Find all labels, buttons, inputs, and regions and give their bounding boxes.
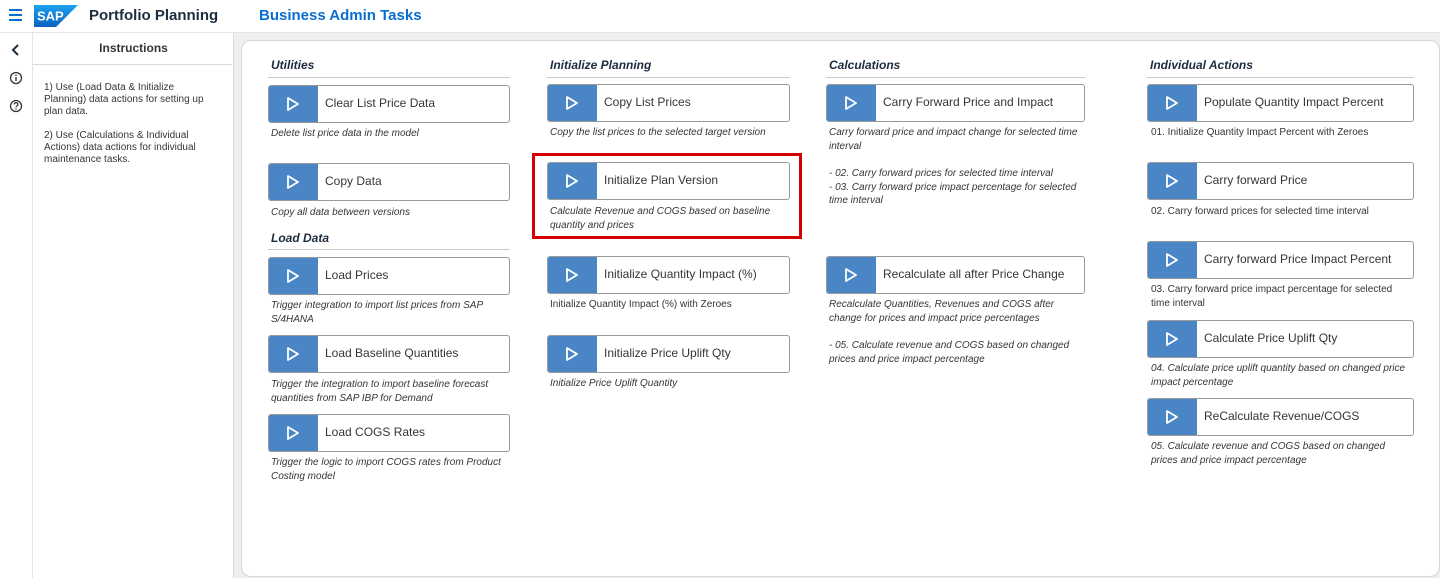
menu-icon[interactable] — [9, 9, 22, 21]
button-label: Recalculate all after Price Change — [883, 267, 1065, 281]
button-description: Copy all data between versions — [271, 207, 410, 218]
load-cogs-rates-button[interactable]: Load COGS Rates — [268, 414, 510, 452]
button-description: Delete list price data in the model — [271, 128, 419, 139]
section-utilities: Utilities — [271, 58, 315, 72]
button-description: 03. Carry forward price impact percentag… — [1151, 284, 1393, 309]
play-icon — [548, 85, 597, 121]
section-individual-actions: Individual Actions — [1150, 58, 1253, 72]
recalculate-all-after-price-change-button[interactable]: Recalculate all after Price Change — [826, 256, 1085, 294]
copy-data-button[interactable]: Copy Data — [268, 163, 510, 201]
button-description: Copy the list prices to the selected tar… — [550, 127, 766, 138]
instructions-title: Instructions — [99, 41, 168, 55]
section-calculations: Calculations — [829, 58, 901, 72]
initialize-price-uplift-qty-button[interactable]: Initialize Price Uplift Qty — [547, 335, 790, 373]
section-load-data: Load Data — [271, 231, 330, 245]
button-description: 05. Calculate revenue and COGS based on … — [1151, 441, 1386, 466]
instruction-2: 2) Use (Calculations & Individual Action… — [44, 130, 196, 165]
button-label: Clear List Price Data — [325, 96, 436, 110]
carry-forward-price-and-impact-button[interactable]: Carry Forward Price and Impact — [826, 84, 1085, 122]
carry-forward-price-impact-percent-button[interactable]: Carry forward Price Impact Percent — [1147, 241, 1414, 279]
divider — [1147, 77, 1414, 78]
populate-quantity-impact-percent-button[interactable]: Populate Quantity Impact Percent — [1147, 84, 1414, 122]
divider — [33, 64, 232, 65]
play-icon — [827, 257, 876, 293]
page-title: Business Admin Tasks — [259, 7, 422, 24]
back-chevron-icon[interactable] — [8, 42, 24, 58]
button-label: Populate Quantity Impact Percent — [1204, 95, 1384, 109]
button-description: Initialize Price Uplift Quantity — [550, 378, 678, 389]
play-icon — [269, 258, 318, 294]
play-icon — [1148, 321, 1197, 357]
load-baseline-quantities-button[interactable]: Load Baseline Quantities — [268, 335, 510, 373]
play-icon — [269, 86, 318, 122]
play-icon — [1148, 399, 1197, 435]
button-description: 02. Carry forward prices for selected ti… — [1151, 206, 1369, 217]
button-label: Copy Data — [325, 174, 382, 188]
app-title: Portfolio Planning — [89, 7, 219, 24]
button-label: Carry forward Price Impact Percent — [1204, 252, 1392, 266]
highlight-box — [532, 153, 802, 239]
help-icon[interactable] — [8, 98, 24, 114]
play-icon — [269, 336, 318, 372]
button-label: Carry Forward Price and Impact — [883, 95, 1054, 109]
sap-logo-text: SAP — [37, 9, 64, 24]
divider — [268, 77, 510, 78]
play-icon — [269, 415, 318, 451]
button-label: Load Prices — [325, 268, 389, 282]
info-icon[interactable] — [8, 70, 24, 86]
instruction-1: 1) Use (Load Data & Initialize Planning)… — [44, 82, 204, 117]
button-description: 01. Initialize Quantity Impact Percent w… — [1151, 127, 1369, 138]
button-description: Carry forward price and impact change fo… — [829, 127, 1078, 152]
sap-logo[interactable]: SAP — [34, 5, 78, 27]
divider — [547, 77, 790, 78]
divider — [826, 77, 1085, 78]
section-initialize-planning: Initialize Planning — [550, 58, 652, 72]
button-description: Trigger the integration to import baseli… — [271, 379, 489, 404]
button-description: Initialize Quantity Impact (%) with Zero… — [550, 299, 732, 310]
play-icon — [1148, 85, 1197, 121]
play-icon — [548, 257, 597, 293]
shell-header: SAP Portfolio Planning Business Admin Ta… — [0, 0, 1440, 33]
button-label: Carry forward Price — [1204, 173, 1308, 187]
button-description: Recalculate Quantities, Revenues and COG… — [829, 299, 1055, 324]
clear-list-price-data-button[interactable]: Clear List Price Data — [268, 85, 510, 123]
play-icon — [1148, 163, 1197, 199]
carry-forward-price-button[interactable]: Carry forward Price — [1147, 162, 1414, 200]
button-sub-description: - 02. Carry forward prices for selected … — [829, 168, 1077, 206]
play-icon — [269, 164, 318, 200]
recalculate-revenue-cogs-button[interactable]: ReCalculate Revenue/COGS — [1147, 398, 1414, 436]
instructions-panel: Instructions 1) Use (Load Data & Initial… — [33, 33, 234, 578]
button-label: Calculate Price Uplift Qty — [1204, 331, 1338, 345]
button-label: Copy List Prices — [604, 95, 691, 109]
play-icon — [548, 336, 597, 372]
calculate-price-uplift-qty-button[interactable]: Calculate Price Uplift Qty — [1147, 320, 1414, 358]
copy-list-prices-button[interactable]: Copy List Prices — [547, 84, 790, 122]
button-label: ReCalculate Revenue/COGS — [1204, 409, 1360, 423]
initialize-quantity-impact-button[interactable]: Initialize Quantity Impact (%) — [547, 256, 790, 294]
side-rail — [0, 33, 33, 578]
button-description: 04. Calculate price uplift quantity base… — [1151, 363, 1406, 388]
load-prices-button[interactable]: Load Prices — [268, 257, 510, 295]
button-label: Load COGS Rates — [325, 425, 426, 439]
button-label: Load Baseline Quantities — [325, 346, 459, 360]
divider — [268, 249, 510, 250]
button-sub-description: - 05. Calculate revenue and COGS based o… — [829, 340, 1070, 365]
button-label: Initialize Quantity Impact (%) — [604, 267, 757, 281]
button-label: Initialize Price Uplift Qty — [604, 346, 731, 360]
play-icon — [827, 85, 876, 121]
button-description: Trigger integration to import list price… — [271, 300, 483, 325]
button-description: Trigger the logic to import COGS rates f… — [271, 457, 501, 482]
play-icon — [1148, 242, 1197, 278]
